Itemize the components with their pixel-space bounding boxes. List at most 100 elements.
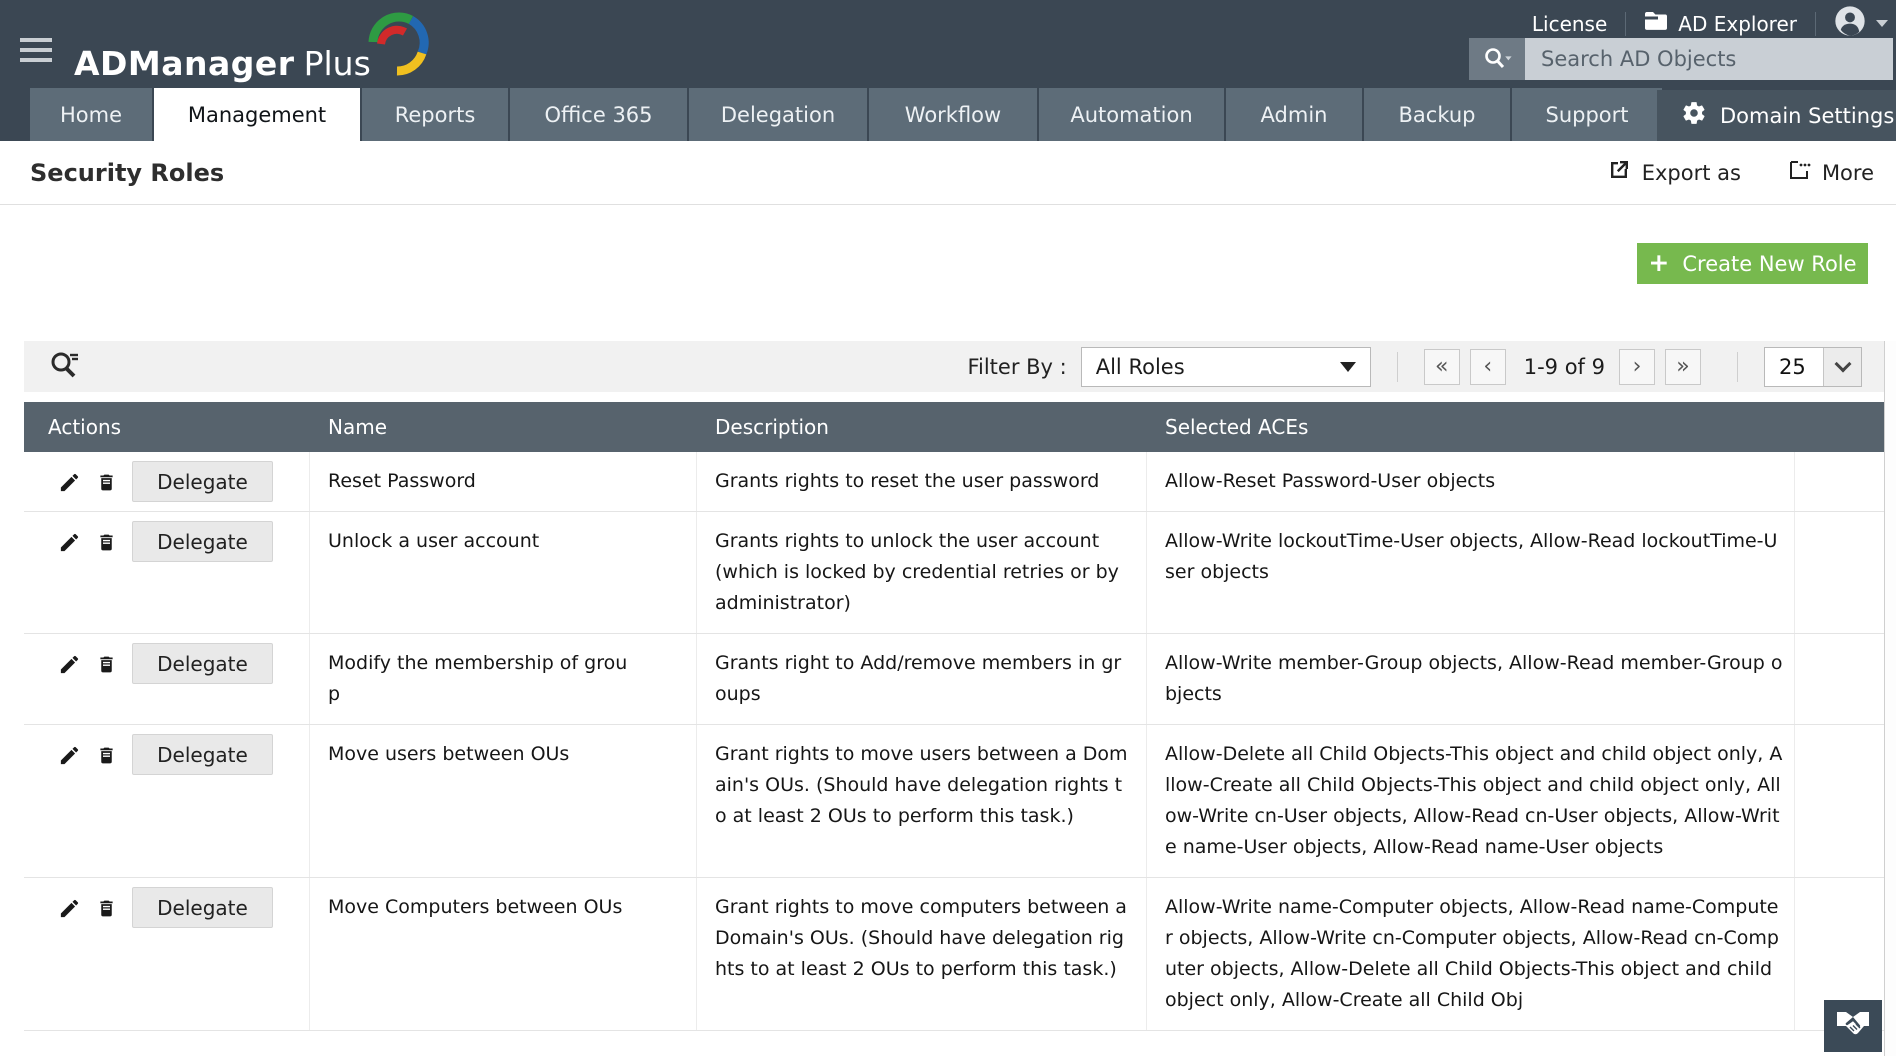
user-avatar-icon bbox=[1834, 5, 1866, 42]
domain-settings-label: Domain Settings bbox=[1720, 103, 1895, 128]
gear-icon bbox=[1681, 100, 1707, 131]
role-aces: Allow-Write lockoutTime-User objects, Al… bbox=[1147, 512, 1795, 633]
search-scope-button[interactable] bbox=[1469, 38, 1525, 80]
pager-last-button[interactable]: » bbox=[1665, 348, 1701, 385]
plus-icon: + bbox=[1648, 248, 1670, 277]
table-row: Delegate Reset Password Grants rights to… bbox=[24, 452, 1884, 512]
page-size-value: 25 bbox=[1779, 354, 1806, 379]
tab-backup[interactable]: Backup bbox=[1364, 88, 1510, 141]
table-header-row: Actions Name Description Selected ACEs bbox=[24, 402, 1884, 452]
chevron-down-icon bbox=[1339, 361, 1356, 372]
more-icon bbox=[1787, 158, 1811, 187]
tab-automation[interactable]: Automation bbox=[1039, 88, 1224, 141]
export-icon bbox=[1607, 158, 1631, 187]
filter-selected-value: All Roles bbox=[1095, 354, 1185, 379]
edit-icon[interactable] bbox=[58, 897, 81, 920]
edit-icon[interactable] bbox=[58, 744, 81, 767]
pager-prev-button[interactable]: ‹ bbox=[1469, 348, 1506, 385]
create-new-role-button[interactable]: + Create New Role bbox=[1637, 243, 1868, 284]
role-aces: Allow-Write member-Group objects, Allow-… bbox=[1147, 634, 1795, 724]
table-row: Delegate Move users between OUs Grant ri… bbox=[24, 725, 1884, 878]
page-size-select[interactable]: 25 bbox=[1764, 346, 1862, 387]
create-new-role-label: Create New Role bbox=[1682, 251, 1857, 276]
empty-cell bbox=[1795, 725, 1884, 877]
column-header-selected-aces: Selected ACEs bbox=[1165, 415, 1309, 439]
table-row: Delegate Move Computers between OUs Gran… bbox=[24, 878, 1884, 1031]
delete-icon[interactable] bbox=[96, 531, 117, 554]
delete-icon[interactable] bbox=[96, 653, 117, 676]
role-name: Reset Password bbox=[310, 452, 697, 511]
folder-icon bbox=[1644, 11, 1668, 36]
tab-workflow[interactable]: Workflow bbox=[869, 88, 1037, 141]
tab-delegation[interactable]: Delegation bbox=[689, 88, 867, 141]
global-search bbox=[1469, 38, 1893, 80]
divider bbox=[1815, 11, 1816, 36]
tab-reports[interactable]: Reports bbox=[362, 88, 508, 141]
role-name: Move Computers between OUs bbox=[310, 878, 697, 1030]
pager-first-button[interactable]: « bbox=[1423, 348, 1460, 385]
filter-by-label: Filter By : bbox=[967, 354, 1067, 379]
edit-icon[interactable] bbox=[58, 471, 81, 494]
divider bbox=[1396, 351, 1398, 382]
table-search-icon[interactable] bbox=[48, 349, 80, 385]
tab-admin[interactable]: Admin bbox=[1226, 88, 1362, 141]
page-title: Security Roles bbox=[30, 158, 225, 187]
delegate-button[interactable]: Delegate bbox=[132, 734, 273, 775]
empty-cell bbox=[1795, 452, 1884, 511]
main-nav: Home Management Reports Office 365 Deleg… bbox=[30, 88, 1662, 141]
vertical-scrollbar[interactable] bbox=[1884, 341, 1896, 1056]
column-header-name: Name bbox=[328, 415, 388, 439]
empty-cell bbox=[1795, 634, 1884, 724]
table-row: Delegate Modify the membership of group … bbox=[24, 634, 1884, 725]
hamburger-menu-icon[interactable] bbox=[20, 38, 52, 68]
role-description: Grant rights to move users between a Dom… bbox=[697, 725, 1147, 877]
delete-icon[interactable] bbox=[96, 897, 117, 920]
tab-office-365[interactable]: Office 365 bbox=[510, 88, 687, 141]
page-title-bar: Security Roles Export as More bbox=[0, 141, 1896, 205]
support-handshake-button[interactable] bbox=[1824, 1000, 1882, 1052]
chevron-down-icon bbox=[1823, 347, 1861, 386]
role-name: Unlock a user account bbox=[310, 512, 697, 633]
more-label: More bbox=[1821, 160, 1874, 185]
delegate-button[interactable]: Delegate bbox=[132, 521, 273, 562]
more-button[interactable]: More bbox=[1787, 158, 1874, 187]
column-header-description: Description bbox=[715, 415, 829, 439]
logo-text-bold: ADManager bbox=[74, 43, 295, 83]
license-link[interactable]: License bbox=[1532, 12, 1607, 36]
table-row: Delegate Unlock a user account Grants ri… bbox=[24, 512, 1884, 634]
pager-range-text: 1-9 of 9 bbox=[1523, 354, 1605, 379]
chevron-down-icon bbox=[1876, 20, 1888, 27]
pager-next-button[interactable]: › bbox=[1619, 348, 1655, 385]
header-top-links: License AD Explorer bbox=[1532, 5, 1888, 42]
delete-icon[interactable] bbox=[96, 744, 117, 767]
edit-icon[interactable] bbox=[58, 531, 81, 554]
tab-management[interactable]: Management bbox=[154, 88, 360, 141]
handshake-icon bbox=[1833, 1008, 1873, 1044]
role-description: Grants right to Add/remove members in gr… bbox=[697, 634, 1147, 724]
tab-home[interactable]: Home bbox=[30, 88, 152, 141]
ad-explorer-label: AD Explorer bbox=[1678, 11, 1797, 36]
delegate-button[interactable]: Delegate bbox=[132, 643, 273, 684]
toolbar: + Create New Role bbox=[0, 205, 1896, 341]
role-aces: Allow-Write name-Computer objects, Allow… bbox=[1147, 878, 1795, 1030]
role-name: Move users between OUs bbox=[310, 725, 697, 877]
tab-support[interactable]: Support bbox=[1512, 88, 1662, 141]
filter-roles-dropdown[interactable]: All Roles bbox=[1080, 346, 1371, 387]
role-description: Grants rights to reset the user password bbox=[697, 452, 1147, 511]
export-as-button[interactable]: Export as bbox=[1607, 158, 1741, 187]
divider bbox=[1737, 351, 1738, 382]
edit-icon[interactable] bbox=[58, 653, 81, 676]
delete-icon[interactable] bbox=[96, 471, 117, 494]
ad-explorer-link[interactable]: AD Explorer bbox=[1644, 11, 1797, 36]
empty-cell bbox=[1795, 512, 1884, 633]
delegate-button[interactable]: Delegate bbox=[132, 461, 273, 502]
logo-swoosh-icon bbox=[359, 8, 433, 90]
table-filter-bar: Filter By : All Roles « ‹ 1-9 of 9 › » 2… bbox=[24, 341, 1884, 392]
domain-settings-button[interactable]: Domain Settings bbox=[1657, 90, 1896, 141]
role-aces: Allow-Reset Password-User objects bbox=[1147, 452, 1795, 511]
search-input[interactable] bbox=[1525, 38, 1893, 80]
divider bbox=[1625, 11, 1627, 36]
delegate-button[interactable]: Delegate bbox=[132, 887, 273, 928]
role-description: Grants rights to unlock the user account… bbox=[697, 512, 1147, 633]
user-account-menu[interactable] bbox=[1834, 5, 1888, 42]
